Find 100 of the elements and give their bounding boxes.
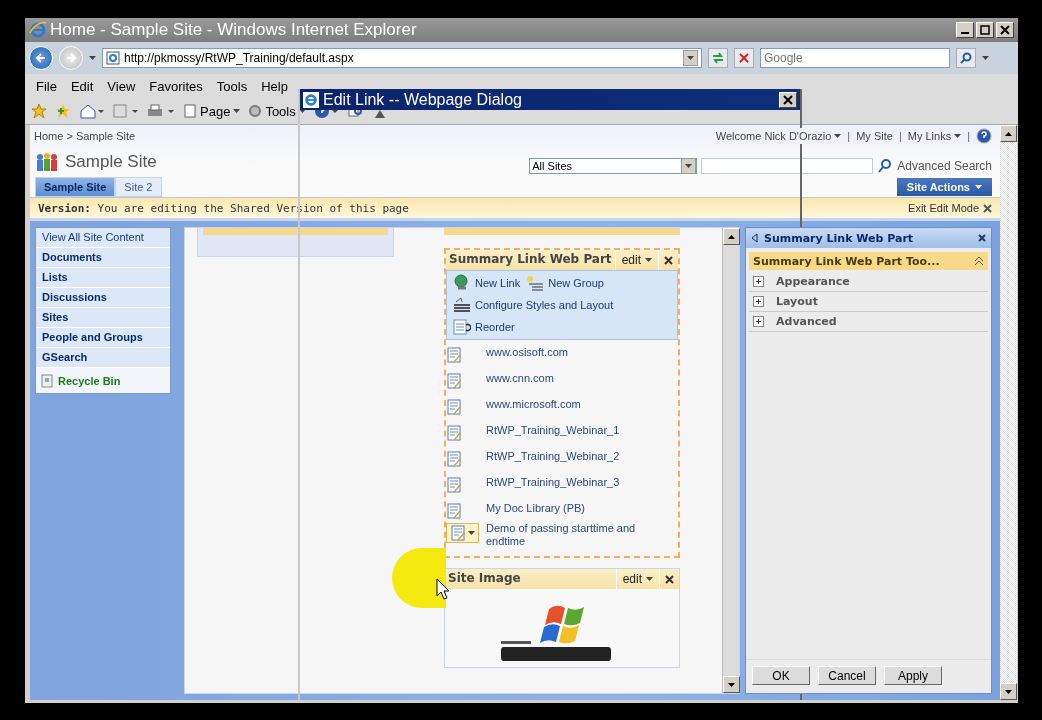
back-arrow-icon[interactable]	[751, 233, 758, 243]
close-icon	[978, 234, 986, 242]
close-icon	[665, 574, 674, 584]
summary-link[interactable]: www.osisoft.com	[486, 340, 568, 358]
section-title: Summary Link Web Part Too...	[753, 254, 940, 268]
edit-page-icon	[446, 477, 462, 493]
search-button[interactable]	[956, 48, 976, 68]
toolbar-action[interactable]: Configure Styles and Layout	[453, 296, 671, 314]
minimize-button[interactable]	[956, 22, 974, 38]
caret-icon	[89, 56, 96, 60]
gear-icon	[248, 104, 263, 118]
browser-logo-icon	[29, 21, 47, 39]
pointer-icon	[436, 578, 450, 600]
web-part-title: Summary Link Web Part	[448, 251, 613, 268]
menu-item[interactable]: Help	[254, 76, 295, 96]
quick-launch-item[interactable]: Documents	[36, 248, 170, 268]
site-title[interactable]: Sample Site	[65, 152, 157, 172]
menu-item[interactable]: Favorites	[142, 76, 210, 96]
breadcrumb[interactable]: Home > Sample Site	[34, 130, 136, 142]
toolbar-action[interactable]: Reorder	[453, 318, 671, 336]
top-link[interactable]: My Links	[907, 130, 962, 142]
history-dropdown[interactable]	[89, 56, 96, 60]
dialog-button[interactable]: Apply	[884, 666, 942, 685]
recycle-bin-link[interactable]: Recycle Bin	[36, 368, 170, 393]
dialog-button[interactable]: OK	[752, 666, 810, 685]
menu-item[interactable]: View	[100, 76, 143, 96]
edit-page-icon	[446, 373, 462, 389]
property-group[interactable]: Advanced	[749, 312, 988, 332]
close-icon	[664, 255, 673, 265]
nav-tab[interactable]: Sample Site	[35, 177, 116, 197]
expand-icon[interactable]	[753, 276, 764, 287]
menu-item[interactable]: Tools	[209, 76, 255, 96]
summary-link[interactable]: My Doc Library (PB)	[486, 496, 586, 514]
toolbar-action[interactable]: New Link	[453, 274, 521, 292]
edit-page-icon	[446, 503, 462, 519]
close-button[interactable]	[978, 234, 986, 242]
people-icon	[35, 152, 59, 172]
caret-icon	[685, 164, 693, 168]
exit-edit-mode-link[interactable]: Exit Edit Mode	[908, 202, 992, 214]
caret-icon	[468, 531, 475, 535]
maximize-button[interactable]	[976, 22, 994, 38]
printer-icon[interactable]	[147, 103, 175, 119]
search-options-dropdown[interactable]	[982, 56, 989, 60]
scope-dropdown[interactable]: All Sites	[529, 158, 698, 174]
close-icon	[983, 203, 992, 213]
section-header[interactable]: Summary Link Web Part Too...	[749, 252, 988, 270]
stop-button[interactable]	[734, 48, 754, 68]
caret-icon	[982, 56, 989, 60]
property-group[interactable]: Layout	[749, 292, 988, 312]
summary-link[interactable]: Demo of passing starttime and endtime	[486, 522, 656, 548]
dialog-button[interactable]: Cancel	[818, 666, 876, 685]
property-group[interactable]: Appearance	[749, 272, 988, 292]
refresh-button[interactable]	[708, 48, 728, 68]
caret-icon	[233, 109, 241, 113]
page-icon	[106, 51, 120, 65]
reorder-icon	[453, 319, 471, 335]
tools-menu[interactable]: Tools	[248, 103, 306, 119]
search-icon[interactable]	[877, 158, 894, 174]
menu-item[interactable]: File	[29, 76, 64, 96]
refresh-icon	[711, 52, 725, 64]
summary-link[interactable]: www.cnn.com	[486, 366, 554, 384]
quick-launch-item[interactable]: Lists	[36, 268, 170, 288]
summary-link[interactable]: www.microsoft.com	[486, 392, 581, 410]
address-field[interactable]: http://pkmossy/RtWP_Training/default.aspx	[102, 48, 702, 68]
close-icon	[783, 94, 793, 105]
page-menu[interactable]: Page	[183, 103, 241, 119]
window-title: Home - Sample Site - Windows Internet Explorer	[50, 20, 418, 40]
advanced-search-link[interactable]: Advanced Search	[897, 159, 992, 173]
top-link[interactable]: My Site	[856, 130, 893, 142]
star-icon[interactable]	[31, 103, 47, 119]
separator: |	[898, 130, 902, 142]
add-favorite-icon[interactable]	[55, 103, 71, 119]
dialog-title: Edit Link -- Webpage Dialog	[323, 90, 523, 109]
quick-launch-item[interactable]: Sites	[36, 308, 170, 328]
caret-icon	[728, 682, 735, 687]
expand-icon[interactable]	[753, 296, 764, 307]
back-button[interactable]	[29, 46, 53, 70]
welcome-menu[interactable]: Welcome Nick D'Orazio	[715, 130, 842, 142]
nav-tab[interactable]: Site 2	[115, 177, 162, 197]
summary-link[interactable]: RtWP_Training_Webinar_1	[486, 418, 620, 436]
edit-page-icon	[446, 399, 462, 415]
summary-link[interactable]: RtWP_Training_Webinar_3	[486, 470, 620, 488]
toolbar-action[interactable]: New Group	[526, 274, 604, 292]
collapse-icon[interactable]	[974, 256, 984, 266]
home-icon[interactable]	[79, 103, 105, 119]
scrollbar[interactable]	[722, 228, 739, 693]
back-arrow-icon	[35, 52, 47, 64]
quick-launch-item[interactable]: People and Groups	[36, 328, 170, 348]
maximize-icon	[980, 25, 990, 35]
search-field[interactable]: Google	[760, 48, 950, 68]
menu-item[interactable]: Edit	[63, 76, 101, 96]
expand-icon[interactable]	[753, 316, 764, 327]
summary-link[interactable]: RtWP_Training_Webinar_2	[486, 444, 620, 462]
site-actions-button[interactable]: Site Actions	[896, 178, 992, 196]
search-icon	[960, 52, 972, 64]
quick-launch-item[interactable]: View All Site Content	[36, 228, 170, 248]
site-search-field[interactable]	[701, 158, 874, 174]
scrollbar[interactable]	[1000, 125, 1017, 700]
quick-launch-item[interactable]: Discussions	[36, 288, 170, 308]
link-edit-control[interactable]	[446, 523, 479, 543]
